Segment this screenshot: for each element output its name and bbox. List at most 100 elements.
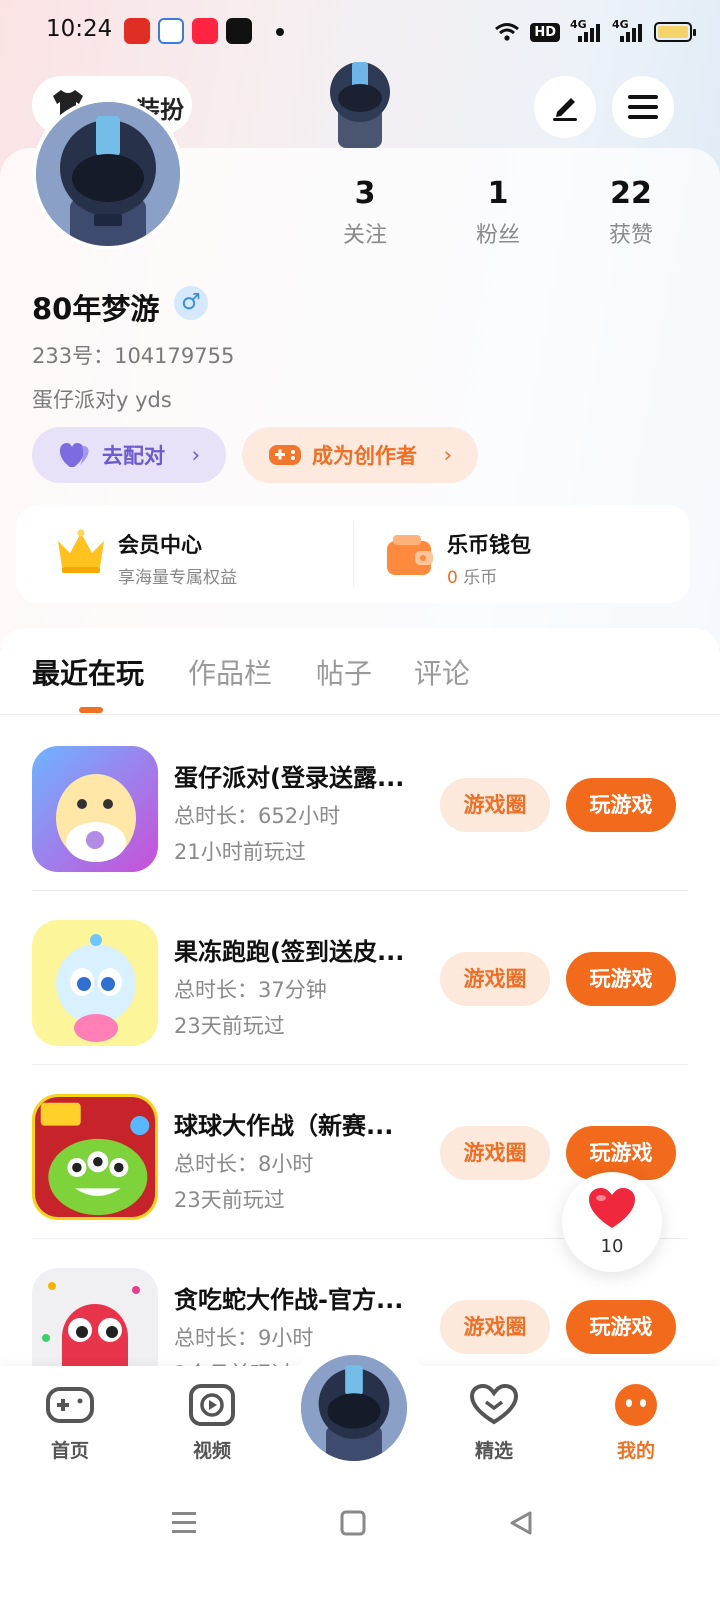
gamepad-nav-icon: [46, 1387, 94, 1423]
tab-posts[interactable]: 帖子: [316, 652, 372, 692]
tiktok-icon: [226, 18, 252, 44]
back-triangle-icon[interactable]: [508, 1510, 534, 1536]
xiaohongshu-icon: [192, 18, 218, 44]
wallet-entry[interactable]: 乐币钱包 0 乐币: [353, 505, 690, 603]
tab-divider: [0, 714, 720, 715]
signal-icon-1: 4G: [570, 18, 602, 44]
game-name: 贪吃蛇大作战-官方...: [174, 1286, 404, 1314]
fans-label: 粉丝: [475, 223, 520, 248]
nav-mine[interactable]: 我的: [586, 1380, 686, 1463]
game-total-time: 总时长：8小时: [174, 1152, 314, 1176]
user-id: 233号：104179755: [32, 344, 235, 368]
like-count: 10: [600, 1236, 624, 1257]
heart-pair-icon: [59, 443, 89, 467]
game-total-time: 总时长：9小时: [174, 1326, 314, 1350]
likes-label: 获赞: [608, 223, 653, 248]
avatar-image: [301, 1355, 407, 1461]
game-total-time: 总时长：652小时: [174, 804, 341, 828]
pinduoduo-icon: [124, 18, 150, 44]
member-center-subtitle: 享海量专属权益: [118, 568, 237, 588]
game-circle-button[interactable]: 游戏圈: [440, 952, 550, 1006]
game-name: 果冻跑跑(签到送皮...: [174, 938, 405, 966]
system-navigation-bar: [0, 1480, 720, 1600]
wallet-amount: 0: [447, 568, 458, 588]
play-game-button[interactable]: 玩游戏: [566, 778, 676, 832]
status-bar: 10:24 HD 4G 4G: [0, 0, 720, 64]
game-name: 球球大作战（新赛...: [174, 1112, 394, 1140]
game-icon-eggy-party[interactable]: [32, 746, 158, 872]
heart-outline-icon: [470, 1384, 518, 1425]
match-button[interactable]: 去配对 ›: [32, 427, 226, 483]
row-divider: [32, 890, 688, 891]
pen-icon: [553, 98, 577, 121]
jelly-run-image: [32, 920, 158, 1046]
wallet-icon: [387, 535, 433, 575]
game-circle-button[interactable]: 游戏圈: [440, 1126, 550, 1180]
fans-count: 1: [487, 176, 509, 211]
game-icon-jelly-run[interactable]: [32, 920, 158, 1046]
game-total-time: 总时长：37分钟: [174, 978, 327, 1002]
following-stat[interactable]: 3 关注: [320, 176, 410, 249]
profile-face-icon: [615, 1384, 657, 1426]
game-last-played: 23天前玩过: [174, 1188, 285, 1212]
status-time: 10:24: [46, 16, 113, 42]
play-game-button[interactable]: 玩游戏: [566, 1300, 676, 1354]
likes-stat[interactable]: 22 获赞: [586, 176, 676, 249]
nav-home-label: 首页: [50, 1440, 89, 1462]
floating-like-button[interactable]: 10: [562, 1172, 662, 1272]
following-count: 3: [354, 176, 376, 211]
nav-featured-label: 精选: [474, 1440, 513, 1462]
game-circle-button[interactable]: 游戏圈: [440, 778, 550, 832]
avatar[interactable]: [32, 98, 184, 250]
tab-comments[interactable]: 评论: [414, 652, 470, 692]
member-center-title: 会员中心: [118, 533, 202, 557]
nav-center-avatar-button[interactable]: [298, 1352, 410, 1464]
become-creator-button[interactable]: 成为创作者 ›: [242, 427, 478, 483]
play-game-button[interactable]: 玩游戏: [566, 952, 676, 1006]
male-gender-icon: ♂: [174, 286, 208, 320]
signal-icon-2: 4G: [612, 18, 644, 44]
tab-recent[interactable]: 最近在玩: [32, 652, 144, 692]
ball-battle-image: [35, 1097, 155, 1217]
username: 80年梦游: [32, 292, 160, 326]
game-row[interactable]: 果冻跑跑(签到送皮... 总时长：37分钟 23天前玩过 游戏圈 玩游戏: [0, 890, 720, 1064]
match-label: 去配对: [102, 444, 165, 468]
likes-count: 22: [610, 176, 652, 211]
wallet-balance: 0 乐币: [447, 563, 497, 588]
menu-icon: [628, 95, 658, 119]
game-icon-ball-battle[interactable]: [32, 1094, 158, 1220]
game-circle-button[interactable]: 游戏圈: [440, 1300, 550, 1354]
user-bio: 蛋仔派对y yds: [32, 388, 172, 412]
nav-featured[interactable]: 精选: [444, 1380, 544, 1463]
recent-apps-icon[interactable]: [170, 1510, 198, 1536]
game-last-played: 21小时前玩过: [174, 840, 306, 864]
nav-video[interactable]: 视频: [162, 1380, 262, 1463]
chevron-right-icon: ›: [443, 443, 452, 467]
member-center-entry[interactable]: 会员中心 享海量专属权益: [16, 505, 353, 603]
following-label: 关注: [342, 223, 387, 248]
fans-stat[interactable]: 1 粉丝: [453, 176, 543, 249]
crown-icon: [58, 529, 104, 573]
game-row[interactable]: 蛋仔派对(登录送露... 总时长：652小时 21小时前玩过 游戏圈 玩游戏: [0, 716, 720, 890]
nav-mine-label: 我的: [616, 1440, 655, 1462]
nav-video-label: 视频: [192, 1440, 231, 1462]
nav-home[interactable]: 首页: [20, 1380, 120, 1463]
eggy-party-image: [32, 746, 158, 872]
member-wallet-card: 会员中心 享海量专属权益 乐币钱包 0 乐币: [16, 505, 690, 603]
wallet-unit: 乐币: [463, 568, 498, 588]
notification-dot: [276, 28, 284, 36]
game-name: 蛋仔派对(登录送露...: [174, 764, 405, 792]
home-square-icon[interactable]: [340, 1510, 366, 1536]
hd-badge: HD: [530, 22, 560, 42]
chevron-right-icon: ›: [191, 443, 200, 467]
row-divider: [32, 1064, 688, 1065]
browser-icon: [158, 18, 184, 44]
menu-button[interactable]: [612, 76, 674, 138]
hero-character-image: [330, 62, 390, 148]
heart-icon: [589, 1188, 635, 1228]
video-play-icon: [189, 1384, 235, 1426]
tab-works[interactable]: 作品栏: [188, 652, 272, 692]
edit-profile-button[interactable]: [534, 76, 596, 138]
gamepad-icon: [269, 445, 301, 465]
battery-icon: [654, 22, 696, 42]
